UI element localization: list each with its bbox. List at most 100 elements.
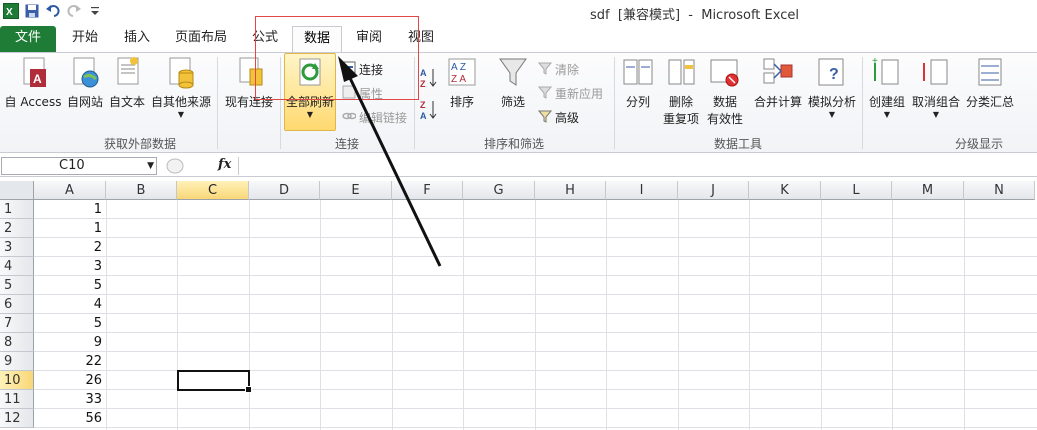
cell-a5[interactable]: 5 xyxy=(34,276,106,295)
filter-button[interactable]: 筛选 xyxy=(494,55,532,110)
svg-text:A: A xyxy=(420,111,427,121)
formula-input[interactable] xyxy=(238,157,1036,175)
save-icon[interactable] xyxy=(23,2,41,20)
select-all-corner[interactable] xyxy=(0,181,34,200)
annotation-highlight-box xyxy=(255,16,419,100)
column-header-n[interactable]: N xyxy=(964,181,1035,200)
column-header-b[interactable]: B xyxy=(106,181,177,200)
cell-a4[interactable]: 3 xyxy=(34,257,106,276)
row-header-10[interactable]: 10 xyxy=(0,371,34,390)
cell-a7[interactable]: 5 xyxy=(34,314,106,333)
ungroup-icon xyxy=(919,55,953,91)
grid-row xyxy=(34,238,1037,257)
grid-row xyxy=(34,352,1037,371)
insert-function-button[interactable]: fx xyxy=(218,157,231,172)
svg-text:A: A xyxy=(33,72,42,86)
column-header-k[interactable]: K xyxy=(749,181,821,200)
column-header-j[interactable]: J xyxy=(678,181,749,200)
row-header-1[interactable]: 1 xyxy=(0,200,34,219)
cell-a8[interactable]: 9 xyxy=(34,333,106,352)
grid-row xyxy=(34,409,1037,428)
row-header-9[interactable]: 9 xyxy=(0,352,34,371)
ungroup-button[interactable]: 取消组合 ▼ xyxy=(910,55,962,119)
consolidate-button[interactable]: 合并计算 xyxy=(752,55,804,110)
consolidate-icon xyxy=(761,55,795,91)
column-header-e[interactable]: E xyxy=(320,181,392,200)
row-header-2[interactable]: 2 xyxy=(0,219,34,238)
from-text-button[interactable]: 自文本 xyxy=(106,55,148,110)
row-header-4[interactable]: 4 xyxy=(0,257,34,276)
formula-bar-expand-icon[interactable] xyxy=(166,158,184,177)
group-label-external: 获取外部数据 xyxy=(103,137,176,151)
text-to-columns-button[interactable]: 分列 xyxy=(620,55,656,110)
undo-icon[interactable] xyxy=(44,2,62,20)
cell-a6[interactable]: 4 xyxy=(34,295,106,314)
from-other-sources-button[interactable]: 自其他来源 ▼ xyxy=(148,55,214,119)
row-header-12[interactable]: 12 xyxy=(0,409,34,428)
row-header-3[interactable]: 3 xyxy=(0,238,34,257)
web-icon xyxy=(68,55,102,91)
tab-page-layout[interactable]: 页面布局 xyxy=(168,26,234,52)
name-box[interactable]: C10 ▼ xyxy=(1,157,157,175)
cell-a9[interactable]: 22 xyxy=(34,352,106,371)
redo-icon[interactable] xyxy=(65,2,83,20)
sort-descending-button[interactable]: ZA xyxy=(420,99,438,124)
cell-a11[interactable]: 33 xyxy=(34,390,106,409)
sort-ascending-button[interactable]: AZ xyxy=(420,67,438,92)
cell-a3[interactable]: 2 xyxy=(34,238,106,257)
from-web-button[interactable]: 自网站 xyxy=(64,55,106,110)
group-button[interactable]: + 创建组 ▼ xyxy=(866,55,908,119)
column-header-c[interactable]: C xyxy=(177,181,249,200)
clear-filter-button[interactable]: 清除 xyxy=(537,61,579,78)
title-bar: X sdf [兼容模式] - Microsoft Excel xyxy=(0,0,1037,24)
group-label-outline: 分级显示 xyxy=(954,137,1003,151)
svg-text:Z: Z xyxy=(420,100,426,110)
name-box-dropdown-icon[interactable]: ▼ xyxy=(147,158,154,174)
from-access-button[interactable]: A 自 Access xyxy=(4,55,62,110)
column-header-h[interactable]: H xyxy=(535,181,606,200)
column-header-d[interactable]: D xyxy=(249,181,320,200)
reapply-button[interactable]: 重新应用 xyxy=(537,85,603,102)
cell-a12[interactable]: 56 xyxy=(34,409,106,428)
cell-a1[interactable]: 1 xyxy=(34,200,106,219)
column-header-f[interactable]: F xyxy=(392,181,463,200)
sort-button[interactable]: A ZZ A 排序 xyxy=(444,55,480,110)
grid-row xyxy=(34,333,1037,352)
cell-a10[interactable]: 26 xyxy=(34,371,106,390)
database-icon xyxy=(164,55,198,91)
advanced-filter-icon xyxy=(537,109,553,126)
active-cell-c10[interactable] xyxy=(177,370,252,393)
row-header-5[interactable]: 5 xyxy=(0,276,34,295)
column-header-m[interactable]: M xyxy=(892,181,964,200)
column-header-i[interactable]: I xyxy=(606,181,678,200)
column-header-g[interactable]: G xyxy=(463,181,535,200)
data-validation-button[interactable]: 数据 有效性 xyxy=(702,55,748,127)
data-validation-icon xyxy=(708,55,742,91)
edit-links-button[interactable]: 编辑链接 xyxy=(342,109,407,126)
tab-file[interactable]: 文件 xyxy=(0,26,56,52)
advanced-filter-button[interactable]: 高级 xyxy=(537,109,579,126)
tab-insert[interactable]: 插入 xyxy=(114,26,160,52)
tab-home[interactable]: 开始 xyxy=(62,26,108,52)
svg-text:+: + xyxy=(872,56,878,67)
ribbon-tabs: 文件 开始 插入 页面布局 公式 数据 审阅 视图 xyxy=(0,24,1037,52)
subtotal-button[interactable]: 分类汇总 xyxy=(964,55,1016,110)
remove-duplicates-button[interactable]: 删除 重复项 xyxy=(660,55,702,127)
excel-logo-icon[interactable]: X xyxy=(2,2,20,20)
cell-a2[interactable]: 1 xyxy=(34,219,106,238)
column-header-a[interactable]: A xyxy=(34,181,106,200)
what-if-icon: ? xyxy=(815,55,849,91)
customize-qat-icon[interactable] xyxy=(86,2,104,20)
grid-row xyxy=(34,295,1037,314)
row-header-7[interactable]: 7 xyxy=(0,314,34,333)
group-label-sort-filter: 排序和筛选 xyxy=(483,137,544,151)
row-header-11[interactable]: 11 xyxy=(0,390,34,409)
row-header-6[interactable]: 6 xyxy=(0,295,34,314)
access-icon: A xyxy=(16,55,50,91)
grid-row xyxy=(34,257,1037,276)
column-header-l[interactable]: L xyxy=(821,181,892,200)
filter-icon xyxy=(496,55,530,91)
row-header-8[interactable]: 8 xyxy=(0,333,34,352)
worksheet-grid[interactable]: ABCDEFGHIJKLMN 1 1 2 1 3 2 4 3 5 5 6 4 7 5 8 9 9 22 10 26 11… xyxy=(0,181,1037,430)
what-if-analysis-button[interactable]: ? 模拟分析 ▼ xyxy=(806,55,858,119)
